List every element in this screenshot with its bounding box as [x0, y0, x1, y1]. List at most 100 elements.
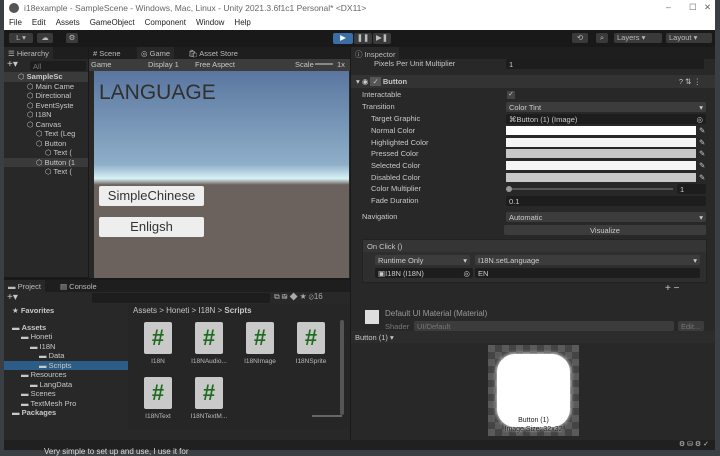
hierarchy-item[interactable]: ⬡ Text (Leg [4, 129, 88, 139]
game-viewport[interactable]: LANGUAGE SimpleChinese Enligsh [94, 71, 349, 278]
tab-scene[interactable]: # Scene [89, 47, 125, 59]
hierarchy-item[interactable]: ⬡ Main Came [4, 82, 88, 92]
project-tree-item[interactable]: ▬ Scenes [4, 389, 128, 399]
project-tree-item[interactable]: ▬ Honeti [4, 332, 128, 342]
eyedropper-icon[interactable]: ✎ [699, 138, 705, 147]
menu-edit[interactable]: Edit [32, 18, 46, 30]
maximize-button[interactable]: ☐ [689, 2, 697, 13]
visualize-button[interactable]: Visualize [504, 225, 706, 235]
slider-handle[interactable] [506, 186, 512, 192]
search-icon[interactable]: ⌕ [596, 33, 608, 43]
project-tree-item[interactable]: ★ Favorites [4, 306, 128, 316]
hierarchy-item[interactable]: ⬡ Text ( [4, 167, 88, 177]
target-object-field[interactable]: ▣I18N (I18N) ◎ [375, 268, 473, 278]
eyedropper-icon[interactable]: ✎ [699, 161, 705, 170]
collab-icon[interactable]: ⚙ [66, 33, 78, 43]
project-tree-item[interactable]: ▬ Packages [4, 408, 128, 418]
play-button[interactable]: ▶ [333, 33, 353, 44]
transition-dropdown[interactable]: Color Tint ▾ [506, 102, 706, 112]
hierarchy-search-input[interactable] [30, 61, 86, 71]
display-dropdown[interactable]: Display 1 [148, 60, 179, 69]
tab-inspector[interactable]: ⓘ Inspector [351, 47, 400, 59]
icon-size-slider[interactable] [312, 415, 342, 417]
csharp-script-icon[interactable]: # [144, 377, 172, 409]
project-add-button[interactable]: +▾ [7, 292, 18, 303]
script-file-label[interactable]: I18NAudio... [183, 358, 235, 365]
color-swatch[interactable] [506, 149, 696, 159]
status-icons[interactable]: ⚙ ⛁ ⚙ ✓ [679, 440, 709, 448]
preview-header[interactable]: Button (1) ▾ [351, 331, 715, 343]
project-search-input[interactable] [92, 293, 270, 303]
breadcrumb-item[interactable]: Assets [133, 306, 157, 315]
scale-slider[interactable] [315, 63, 333, 65]
project-tree-item[interactable]: ▬ Resources [4, 370, 128, 380]
eyedropper-icon[interactable]: ✎ [699, 149, 705, 158]
color-multiplier-slider[interactable] [506, 186, 673, 192]
color-swatch[interactable] [506, 172, 696, 182]
script-file-label[interactable]: I18NImage [234, 358, 286, 365]
edit-shader-button[interactable]: Edit... [678, 321, 704, 331]
interactable-checkbox[interactable]: ✓ [507, 91, 515, 99]
function-dropdown[interactable]: I18N.setLanguage ▾ [475, 255, 700, 265]
csharp-script-icon[interactable]: # [246, 322, 274, 354]
script-file-label[interactable]: I18N [132, 358, 184, 365]
step-button[interactable]: ▶❚ [373, 33, 391, 44]
color-multiplier-field[interactable]: 1 [677, 184, 706, 194]
english-button[interactable]: Enligsh [99, 217, 204, 237]
eyedropper-icon[interactable]: ✎ [699, 173, 705, 182]
menu-help[interactable]: Help [234, 18, 250, 30]
component-menu-icon[interactable]: ? ⇅ ⋮ [679, 77, 701, 86]
hierarchy-item[interactable]: ⬡ SampleSc [4, 72, 88, 82]
project-tree-item[interactable]: ▬ Scripts [4, 360, 128, 370]
menu-file[interactable]: File [9, 18, 22, 30]
hierarchy-item[interactable]: ⬡ EventSyste [4, 101, 88, 111]
files-scrollbar[interactable] [340, 320, 344, 415]
game-mode-dropdown[interactable]: Game [91, 60, 111, 69]
simplechinese-button[interactable]: SimpleChinese [99, 186, 204, 206]
tab-hierarchy[interactable]: ☰ Hierarchy [4, 47, 53, 59]
color-swatch[interactable] [506, 137, 696, 147]
cloud-icon[interactable]: ☁ [37, 33, 53, 43]
menu-component[interactable]: Component [145, 18, 186, 30]
menu-gameobject[interactable]: GameObject [90, 18, 135, 30]
hierarchy-item[interactable]: ⬡ I18N [4, 110, 88, 120]
add-remove-listener[interactable]: + − [665, 283, 679, 294]
close-button[interactable]: ✕ [704, 2, 711, 13]
menu-window[interactable]: Window [196, 18, 224, 30]
project-tree-item[interactable]: ▬ Assets [4, 323, 128, 333]
hierarchy-item[interactable]: ⬡ Directional [4, 91, 88, 101]
shader-dropdown[interactable]: UI/Default [414, 321, 674, 331]
layout-dropdown[interactable]: Layout ▾ [666, 33, 712, 43]
csharp-script-icon[interactable]: # [195, 322, 223, 354]
breadcrumb-item[interactable]: Scripts [224, 306, 251, 315]
hierarchy-item[interactable]: ⬡ Button (1 [4, 157, 88, 167]
menu-assets[interactable]: Assets [56, 18, 80, 30]
script-file-label[interactable]: I18NSprite [285, 358, 337, 365]
tab-project[interactable]: ▬ Project [4, 280, 45, 292]
project-tree-item[interactable]: ▬ I18N [4, 342, 128, 352]
project-tree-item[interactable]: ▬ Data [4, 351, 128, 361]
csharp-script-icon[interactable]: # [297, 322, 325, 354]
tab-console[interactable]: ▤ Console [56, 280, 101, 292]
account-dropdown[interactable]: L ▾ [9, 33, 33, 43]
add-button[interactable]: +▾ [7, 59, 18, 70]
aspect-dropdown[interactable]: Free Aspect [195, 60, 235, 69]
breadcrumb-item[interactable]: I18N [198, 306, 215, 315]
history-icon[interactable]: ⟲ [572, 33, 588, 43]
color-swatch[interactable] [506, 126, 696, 135]
tab-game[interactable]: ◎ Game [137, 47, 175, 59]
script-file-label[interactable]: I18NTextM... [183, 413, 235, 420]
script-file-label[interactable]: I18NText [132, 413, 184, 420]
csharp-script-icon[interactable]: # [144, 322, 172, 354]
tab-asset-store[interactable]: 🛍 Asset Store [184, 47, 242, 59]
fade-duration-field[interactable]: 0.1 [506, 196, 706, 206]
project-tree-item[interactable]: ▬ TextMesh Pro [4, 399, 128, 409]
pause-button[interactable]: ❚❚ [354, 33, 372, 44]
runtime-dropdown[interactable]: Runtime Only ▾ [375, 255, 470, 265]
csharp-script-icon[interactable]: # [195, 377, 223, 409]
minimize-button[interactable]: – [666, 2, 671, 12]
color-swatch[interactable] [506, 161, 696, 171]
project-tree-item[interactable]: ▬ LangData [4, 380, 128, 390]
hierarchy-item[interactable]: ⬡ Canvas [4, 120, 88, 130]
target-graphic-field[interactable]: ⌘Button (1) (Image) ◎ [506, 114, 706, 124]
